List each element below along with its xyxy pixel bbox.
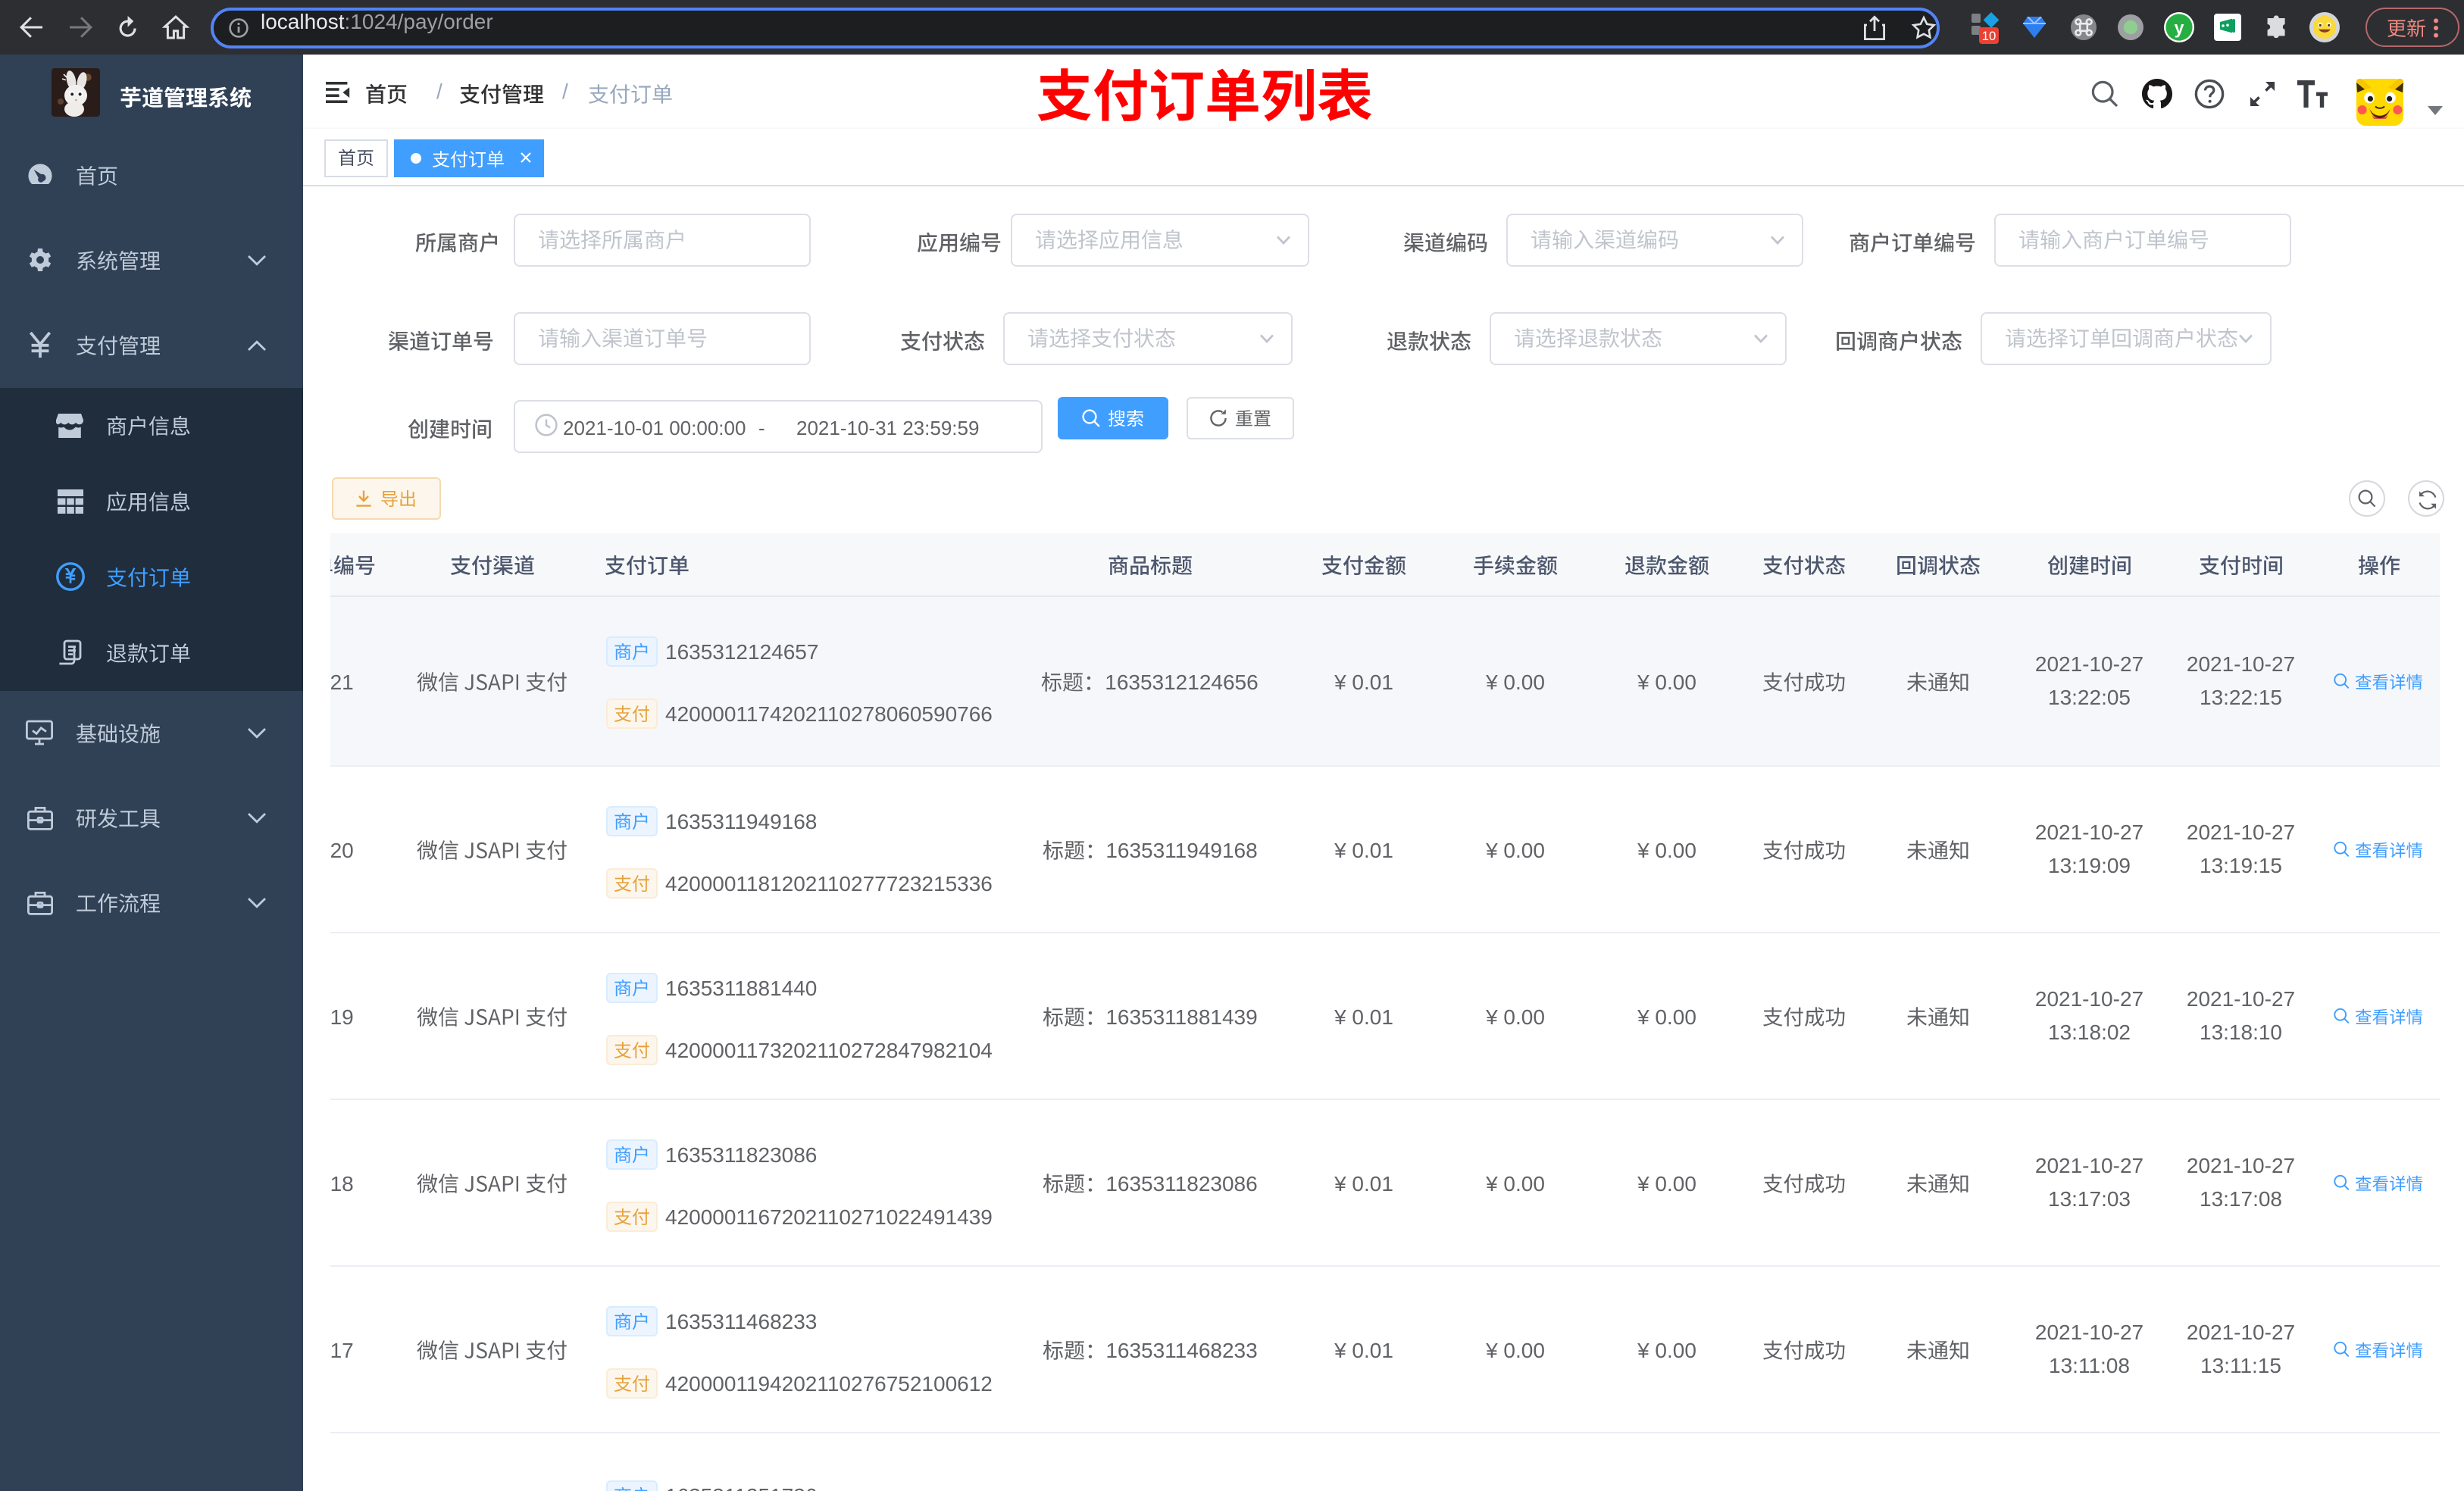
svg-text:y: y [2175,17,2184,37]
svg-text:10: 10 [1982,29,1997,43]
